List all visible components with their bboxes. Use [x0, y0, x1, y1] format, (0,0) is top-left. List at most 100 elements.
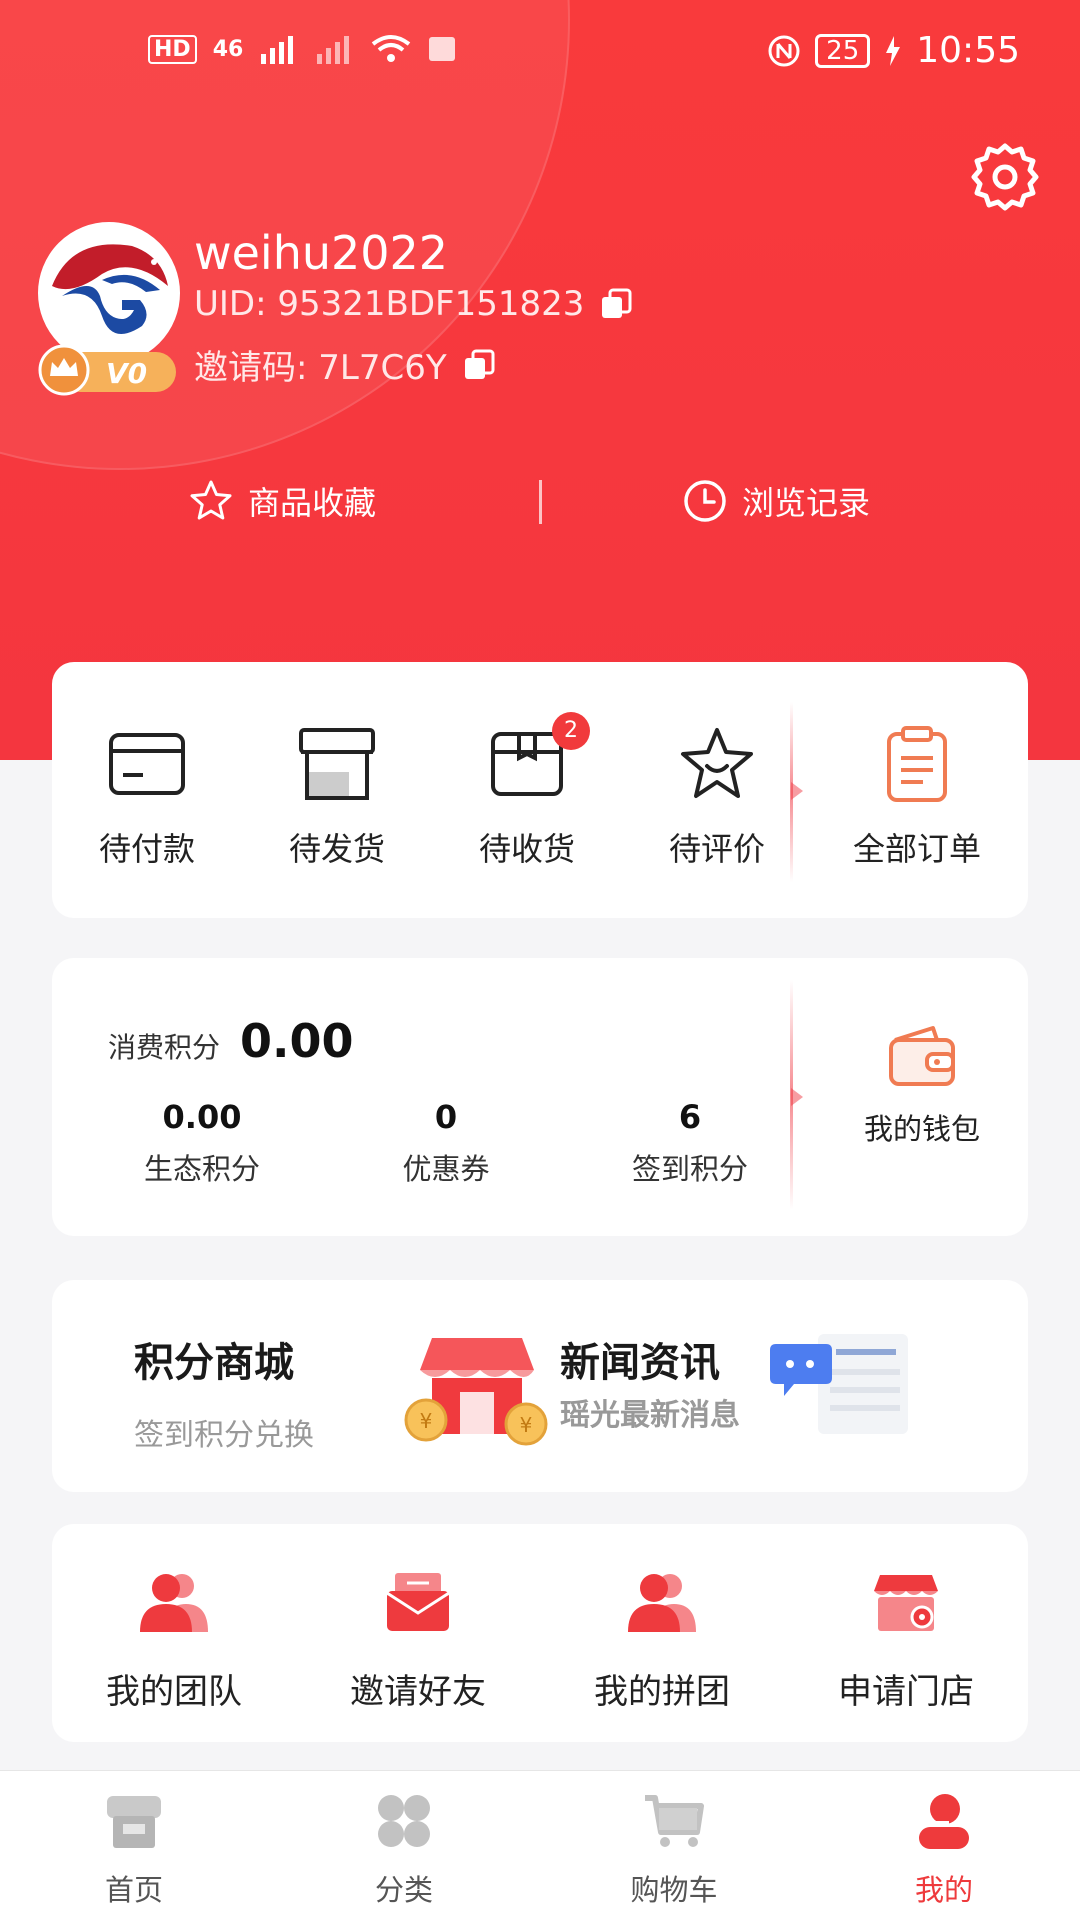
- order-count-badge: 2: [552, 712, 590, 750]
- favorites-label: 商品收藏: [248, 484, 377, 522]
- nfc-icon: [768, 35, 800, 66]
- my-team[interactable]: 我的团队: [74, 1566, 274, 1713]
- tab-cart[interactable]: 购物车: [574, 1789, 774, 1909]
- quick-links: 商品收藏 浏览记录: [0, 470, 1080, 540]
- clock: 10:55: [916, 30, 1020, 71]
- invite-friends[interactable]: 邀请好友: [318, 1566, 518, 1713]
- store-coins-icon: ¥ ¥: [404, 1338, 548, 1446]
- consumer-points: 消费积分 0.00: [108, 1014, 354, 1068]
- bottom-tab-bar: 首页 分类 购物车 我的: [0, 1770, 1080, 1920]
- order-label: 待付款: [98, 830, 195, 868]
- wallet-icon: [889, 1026, 955, 1086]
- news-title: 新闻资讯: [560, 1340, 720, 1386]
- consumer-points-label: 消费积分: [108, 1031, 221, 1064]
- vip-badge: V0: [38, 344, 178, 396]
- consumer-points-value: 0.00: [240, 1014, 354, 1068]
- service-label: 申请门店: [838, 1672, 974, 1712]
- brand-logo-icon: [42, 226, 176, 360]
- vip-level: V0: [106, 357, 147, 390]
- service-label: 我的团队: [106, 1672, 242, 1712]
- tab-profile[interactable]: 我的: [844, 1789, 1044, 1909]
- shop-icon: [299, 728, 375, 800]
- status-left: HD 46: [148, 34, 457, 64]
- coupons-value: 0: [434, 1098, 458, 1136]
- signal-icon-2: [317, 36, 350, 64]
- svg-text:¥: ¥: [520, 1413, 533, 1437]
- star-icon: [190, 480, 232, 520]
- order-label: 待收货: [478, 830, 575, 868]
- points-card: 消费积分 0.00 0.00 生态积分 0 优惠券 6 签到积分 我的钱包: [52, 958, 1028, 1236]
- checkin-points-label: 签到积分: [631, 1152, 748, 1186]
- svg-text:¥: ¥: [420, 1409, 433, 1433]
- my-wallet[interactable]: 我的钱包: [832, 1024, 1012, 1148]
- invite-text: 邀请码: 7L7C6Y: [194, 340, 447, 389]
- tab-label: 购物车: [630, 1873, 718, 1907]
- history-link[interactable]: 浏览记录: [682, 478, 870, 524]
- promo-card: 积分商城 签到积分兑换 ¥ ¥ 新闻资讯 瑶光最新消息: [52, 1280, 1028, 1492]
- order-pending-payment[interactable]: 待付款: [52, 724, 242, 870]
- all-orders-label: 全部订单: [852, 830, 981, 868]
- coupons-label: 优惠券: [402, 1152, 490, 1186]
- gear-icon[interactable]: [968, 140, 1042, 214]
- order-pending-receipt[interactable]: 待收货 2: [432, 712, 622, 870]
- services-card: 我的团队 邀请好友 我的拼团 申请门店: [52, 1524, 1028, 1742]
- points-mall-subtitle: 签到积分兑换: [134, 1418, 314, 1453]
- news[interactable]: 新闻资讯 瑶光最新消息: [540, 1280, 1028, 1492]
- eco-points-value: 0.00: [162, 1098, 242, 1136]
- service-label: 邀请好友: [350, 1672, 486, 1712]
- tab-home[interactable]: 首页: [34, 1789, 234, 1909]
- apply-store[interactable]: 申请门店: [806, 1566, 1006, 1713]
- eco-points[interactable]: 0.00 生态积分: [102, 1098, 302, 1188]
- invite-value: 7L7C6Y: [318, 348, 447, 388]
- smile-star-icon: [681, 728, 753, 798]
- status-right: 25 10:55: [767, 30, 1020, 71]
- wallet-card-icon: [109, 733, 185, 795]
- team-icon: [140, 1574, 208, 1632]
- app-notification-icon: [429, 37, 456, 61]
- clock-icon: [684, 480, 726, 522]
- category-icon: [378, 1795, 430, 1847]
- status-bar: HD 46 25 10:55: [0, 0, 1080, 110]
- points-mall-title: 积分商城: [134, 1340, 294, 1386]
- group-icon: [628, 1574, 696, 1632]
- order-pending-review[interactable]: 待评价: [622, 724, 812, 870]
- cart-icon: [645, 1795, 704, 1847]
- news-subtitle: 瑶光最新消息: [560, 1398, 740, 1433]
- profile-icon: [919, 1794, 969, 1849]
- tab-category[interactable]: 分类: [304, 1789, 504, 1909]
- order-label: 待发货: [288, 830, 385, 868]
- clipboard-icon: [887, 726, 947, 802]
- hd-badge: HD: [148, 34, 197, 64]
- uid-value: 95321BDF151823: [277, 284, 585, 324]
- invite-label: 邀请码:: [194, 348, 308, 388]
- home-icon: [107, 1796, 161, 1848]
- uid-label: UID:: [194, 284, 267, 324]
- divider: [539, 480, 542, 524]
- tab-label: 分类: [374, 1873, 433, 1907]
- all-orders[interactable]: 全部订单: [812, 724, 1022, 870]
- coupons[interactable]: 0 优惠券: [346, 1098, 546, 1188]
- my-group-buy[interactable]: 我的拼团: [562, 1566, 762, 1713]
- uid-text: UID: 95321BDF151823: [194, 284, 584, 324]
- tab-label: 首页: [104, 1873, 163, 1907]
- order-pending-shipment[interactable]: 待发货: [242, 724, 432, 870]
- news-chat-icon: [770, 1334, 908, 1434]
- avatar[interactable]: [38, 222, 180, 364]
- battery-indicator: 25: [815, 33, 871, 68]
- crown-badge-icon: V0: [38, 344, 176, 396]
- uid-row: UID: 95321BDF151823: [194, 284, 632, 324]
- separator: [790, 702, 803, 882]
- copy-icon[interactable]: [600, 288, 632, 320]
- favorites-link[interactable]: 商品收藏: [188, 478, 376, 524]
- checkin-points[interactable]: 6 签到积分: [590, 1098, 790, 1188]
- store-icon: [874, 1575, 938, 1631]
- wifi-icon: [372, 35, 411, 62]
- wallet-label: 我的钱包: [863, 1112, 980, 1146]
- invite-code-row: 邀请码: 7L7C6Y: [194, 340, 495, 389]
- service-label: 我的拼团: [594, 1672, 730, 1712]
- points-mall[interactable]: 积分商城 签到积分兑换 ¥ ¥: [52, 1280, 548, 1492]
- checkin-points-value: 6: [678, 1098, 702, 1136]
- copy-icon[interactable]: [463, 349, 495, 381]
- charging-icon: [886, 35, 901, 66]
- order-label: 待评价: [668, 830, 765, 868]
